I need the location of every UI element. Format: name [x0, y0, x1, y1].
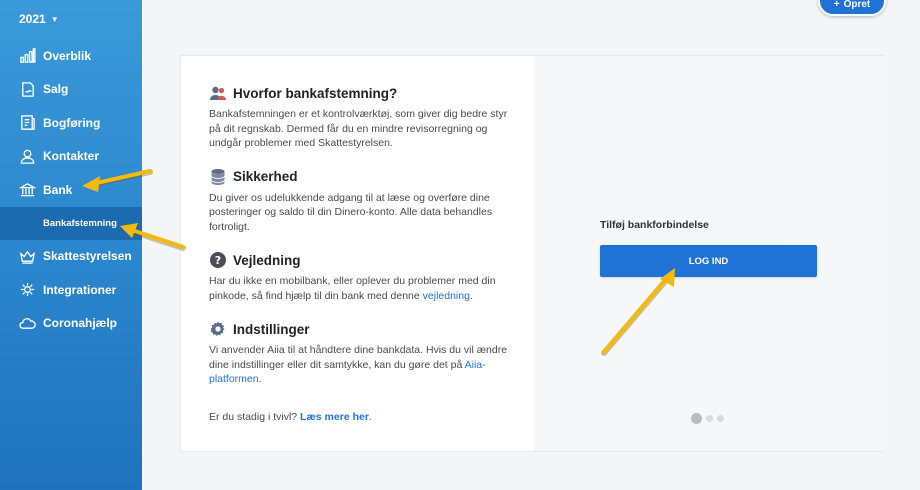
read-more-link[interactable]: Læs mere her — [300, 411, 369, 423]
ledger-icon — [18, 114, 36, 132]
connect-panel: Tilføj bankforbindelse LOG IND — [534, 56, 886, 451]
sidebar-item-bank[interactable]: Bank — [0, 173, 142, 207]
sidebar-item-label: Salg — [43, 82, 69, 97]
slide-dot[interactable] — [706, 415, 713, 422]
sidebar-item-label: Integrationer — [43, 282, 117, 297]
section-header: ? Vejledning — [209, 251, 512, 269]
section-text: Du giver os udelukkende adgang til at læ… — [209, 191, 493, 233]
create-button-label: Opret — [843, 0, 871, 10]
sidebar-item-kontakter[interactable]: Kontakter — [0, 140, 142, 174]
sidebar-nav: Overblik Salg Bogføring Kontakter Bank B… — [0, 39, 142, 340]
sidebar-item-label: Skattestyrelsen — [43, 249, 132, 264]
settings-text-end: . — [258, 373, 262, 385]
gear-icon — [209, 320, 227, 338]
sidebar-item-salg[interactable]: Salg — [0, 73, 142, 107]
section-title: Indstillinger — [233, 321, 310, 337]
slide-dot[interactable] — [717, 415, 724, 422]
bank-connection-card: Hvorfor bankafstemning? Bankafstemningen… — [180, 55, 886, 452]
section-title: Sikkerhed — [233, 169, 298, 184]
help-footer: Er du stadig i tvivl? Læs mere her. — [209, 411, 372, 423]
bar-chart-icon — [18, 47, 36, 65]
sidebar-item-label: Bank — [43, 182, 73, 197]
sidebar-item-bogforing[interactable]: Bogføring — [0, 106, 142, 140]
footer-end: . — [368, 411, 372, 423]
sidebar-subitem-label: Bankafstemning — [43, 217, 117, 229]
section-text: Vi anvender Aiia til at håndtere dine ba… — [209, 343, 512, 387]
login-button[interactable]: LOG IND — [600, 245, 817, 277]
slide-dot[interactable] — [691, 413, 702, 424]
create-button[interactable]: + Opret — [818, 0, 886, 16]
section-header: Indstillinger — [209, 320, 512, 338]
section-title: Vejledning — [233, 252, 301, 268]
user-icon — [18, 147, 36, 165]
section-header: Sikkerhed — [209, 168, 512, 186]
footer-question: Er du stadig i tvivl? — [209, 411, 301, 423]
help-icon: ? — [209, 251, 227, 269]
sidebar-item-label: Overblik — [43, 48, 92, 63]
cloud-icon — [18, 314, 36, 332]
document-icon — [18, 80, 36, 98]
guide-text-end: . — [469, 289, 473, 302]
database-icon — [209, 168, 227, 186]
settings-text: Vi anvender Aiia til at håndtere dine ba… — [209, 344, 508, 371]
people-icon — [209, 84, 227, 102]
sidebar-item-label: Bogføring — [43, 115, 101, 130]
sidebar-item-coronahjaelp[interactable]: Coronahjælp — [0, 307, 142, 341]
chevron-down-icon: ▼ — [50, 14, 59, 24]
svg-text:?: ? — [215, 254, 221, 267]
year-selector[interactable]: 2021 ▼ — [19, 12, 59, 26]
section-why: Hvorfor bankafstemning? Bankafstemningen… — [209, 84, 512, 151]
sidebar-item-label: Coronahjælp — [43, 316, 117, 331]
integration-icon — [18, 281, 36, 299]
section-text: Har du ikke en mobilbank, eller oplever … — [209, 274, 512, 303]
bank-icon — [18, 181, 36, 199]
section-settings: Indstillinger Vi anvender Aiia til at hå… — [209, 320, 512, 387]
plus-icon: + — [833, 0, 840, 10]
section-header: Hvorfor bankafstemning? — [209, 84, 512, 102]
add-bank-connection-label: Tilføj bankforbindelse — [600, 219, 709, 231]
section-title: Hvorfor bankafstemning? — [233, 85, 398, 101]
sidebar-item-integrationer[interactable]: Integrationer — [0, 273, 142, 307]
info-panel: Hvorfor bankafstemning? Bankafstemningen… — [181, 56, 534, 451]
sidebar-item-label: Kontakter — [43, 149, 100, 164]
sidebar-item-skattestyrelsen[interactable]: Skattestyrelsen — [0, 240, 142, 274]
sidebar-item-overblik[interactable]: Overblik — [0, 39, 142, 73]
year-label: 2021 — [19, 12, 46, 26]
guide-link[interactable]: vejledning — [423, 290, 470, 302]
sidebar-subitem-bankafstemning[interactable]: Bankafstemning — [0, 206, 142, 240]
slide-indicator — [691, 413, 724, 424]
section-security: Sikkerhed Du giver os udelukkende adgang… — [209, 168, 512, 235]
sidebar: 2021 ▼ Overblik Salg Bogføring Kontakter… — [0, 0, 142, 490]
crown-icon — [18, 247, 36, 265]
section-text: Bankafstemningen er et kontrolværktøj, s… — [209, 108, 508, 149]
section-guide: ? Vejledning Har du ikke en mobilbank, e… — [209, 251, 512, 303]
